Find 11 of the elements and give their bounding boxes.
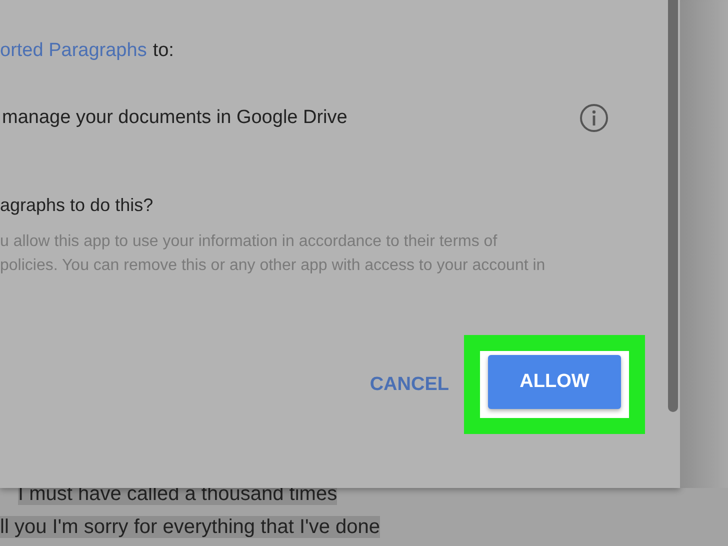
- permission-text: manage your documents in Google Drive: [2, 107, 348, 129]
- allow-button[interactable]: ALLOW: [488, 355, 621, 409]
- heading-text: to:: [152, 40, 174, 62]
- question-heading: agraphs to do this?: [0, 195, 154, 216]
- body-text: policies. You can remove this or any other app with access to your account in: [0, 256, 546, 276]
- document-text: ll you I'm sorry for everything that I've done: [0, 516, 380, 538]
- body-text: u allow this app to use your information in accordance to their terms of: [0, 232, 498, 252]
- cancel-button[interactable]: CANCEL: [370, 366, 449, 404]
- info-icon[interactable]: [579, 103, 609, 133]
- app-name-link[interactable]: orted Paragraphs: [0, 40, 147, 62]
- scrollbar[interactable]: [668, 0, 678, 412]
